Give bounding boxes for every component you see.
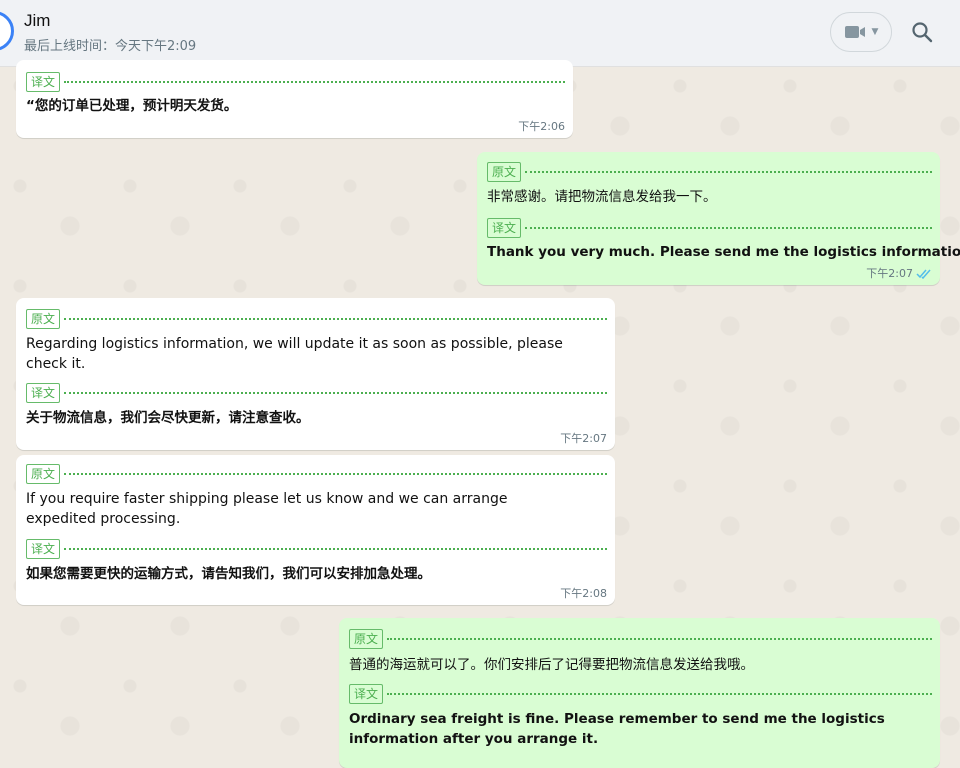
- translation-tag: 译文: [349, 684, 384, 704]
- original-text: Regarding logistics information, we will…: [26, 336, 563, 372]
- translated-text: 关于物流信息，我们会尽快更新，请注意查收。: [26, 410, 310, 426]
- message-bubble-incoming[interactable]: 原文 Regarding logistics information, we w…: [16, 298, 615, 450]
- translation-tag: 译文: [26, 539, 61, 559]
- translation-label-row: 译文: [487, 218, 932, 238]
- original-tag: 原文: [26, 464, 61, 484]
- contact-name[interactable]: Jim: [24, 11, 50, 31]
- dotted-divider: [64, 548, 607, 550]
- video-call-button[interactable]: ▼: [830, 12, 892, 52]
- translation-label-row: 译文: [26, 539, 607, 559]
- message-bubble-incoming[interactable]: 译文 “您的订单已处理，预计明天发货。 下午2:06: [16, 60, 573, 138]
- timestamp: 下午2:07: [560, 432, 607, 445]
- chat-header: Jim 最后上线时间：今天下午2:09 ▼: [0, 0, 960, 67]
- dotted-divider: [64, 392, 607, 394]
- original-label-row: 原文: [487, 162, 932, 182]
- original-text: 普通的海运就可以了。你们安排后了记得要把物流信息发送给我哦。: [349, 657, 754, 673]
- message-bubble-incoming[interactable]: 原文 If you require faster shipping please…: [16, 455, 615, 605]
- translation-label-row: 译文: [26, 72, 565, 92]
- dotted-divider: [64, 318, 607, 320]
- message-time: 下午2:07: [866, 265, 932, 281]
- dotted-divider: [387, 638, 932, 640]
- original-label-row: 原文: [349, 629, 932, 649]
- translation-label-row: 译文: [26, 383, 607, 403]
- timestamp: 下午2:07: [866, 267, 913, 280]
- message-bubble-outgoing[interactable]: 原文 非常感谢。请把物流信息发给我一下。 译文 Thank you very m…: [477, 152, 960, 285]
- translation-tag: 译文: [26, 72, 61, 92]
- original-label-row: 原文: [26, 309, 607, 329]
- original-tag: 原文: [349, 629, 384, 649]
- chevron-down-icon: ▼: [871, 27, 879, 37]
- dotted-divider: [64, 473, 607, 475]
- message-time: 下午2:07: [560, 430, 607, 446]
- message-bubble-outgoing[interactable]: 原文 普通的海运就可以了。你们安排后了记得要把物流信息发送给我哦。 译文 Ord…: [339, 618, 940, 768]
- translated-text: Thank you very much. Please send me the …: [487, 244, 960, 260]
- translation-label-row: 译文: [349, 684, 932, 704]
- original-tag: 原文: [487, 162, 522, 182]
- dotted-divider: [525, 227, 932, 229]
- dotted-divider: [525, 171, 932, 173]
- translation-tag: 译文: [487, 218, 522, 238]
- last-seen-status: 最后上线时间：今天下午2:09: [24, 39, 197, 54]
- message-time: 下午2:08: [560, 585, 607, 601]
- translated-text: Ordinary sea freight is fine. Please rem…: [349, 711, 885, 747]
- dotted-divider: [64, 81, 565, 83]
- original-text: 非常感谢。请把物流信息发给我一下。: [487, 189, 717, 205]
- timestamp: 下午2:08: [560, 587, 607, 600]
- original-label-row: 原文: [26, 464, 607, 484]
- original-tag: 原文: [26, 309, 61, 329]
- timestamp: 下午2:06: [518, 120, 565, 133]
- search-icon[interactable]: [910, 20, 934, 44]
- translation-tag: 译文: [26, 383, 61, 403]
- avatar[interactable]: [0, 11, 14, 51]
- message-time: 下午2:06: [518, 118, 565, 134]
- double-check-icon: [916, 269, 931, 279]
- translated-text: “您的订单已处理，预计明天发货。: [26, 98, 238, 114]
- original-text: If you require faster shipping please le…: [26, 491, 508, 527]
- translated-text: 如果您需要更快的运输方式，请告知我们，我们可以安排加急处理。: [26, 566, 431, 582]
- video-camera-icon: [844, 26, 865, 38]
- dotted-divider: [387, 693, 932, 695]
